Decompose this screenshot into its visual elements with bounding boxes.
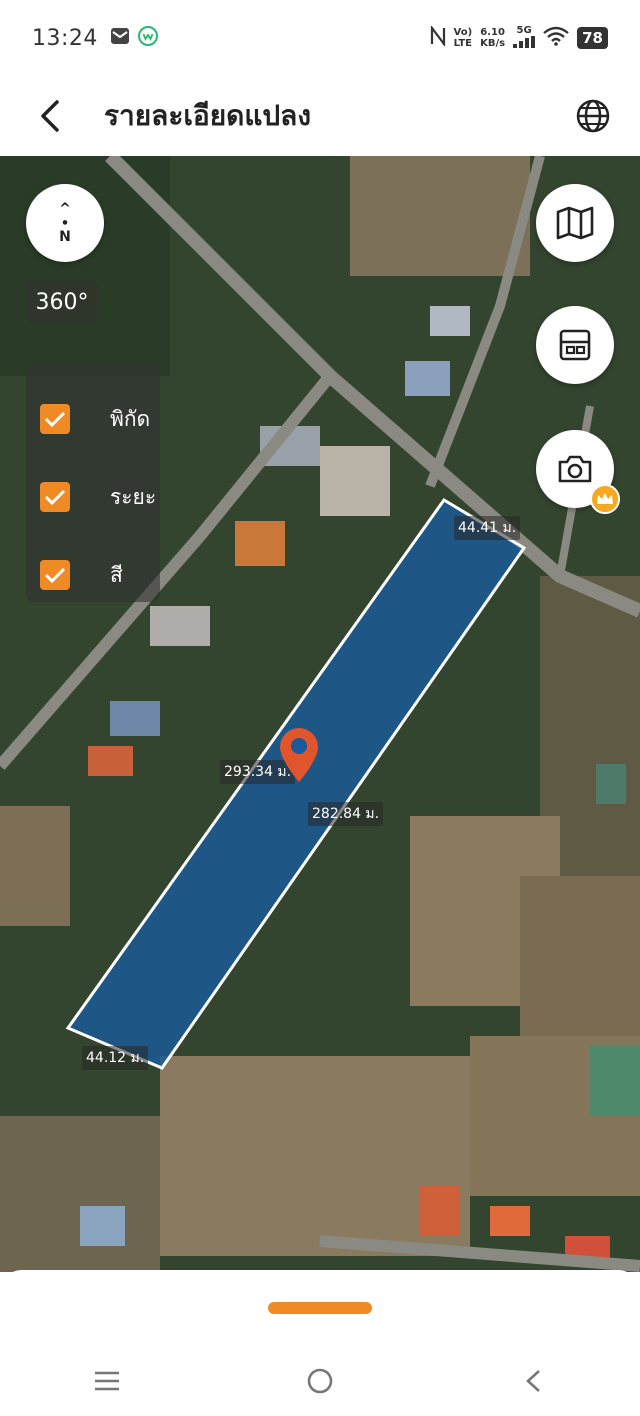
layer-toggle-distance[interactable]: ระยะ bbox=[26, 458, 160, 536]
status-right: Vo) LTE 6.10 KB/s 5G 78 bbox=[430, 24, 608, 51]
checkbox-checked-icon[interactable] bbox=[40, 482, 70, 512]
home-circle-icon bbox=[307, 1368, 333, 1394]
compass-button[interactable]: ^ ● N bbox=[26, 184, 104, 262]
layer-toggle-coordinates[interactable]: พิกัด bbox=[26, 380, 160, 458]
volte-top: Vo) bbox=[453, 27, 473, 38]
location-pin-icon[interactable] bbox=[277, 726, 321, 788]
layer-toggle-color[interactable]: สี bbox=[26, 536, 160, 614]
compass-letter: N bbox=[59, 229, 71, 245]
layer-label-distance: ระยะ bbox=[110, 484, 157, 509]
status-bar: 13:24 Vo) LTE 6.10 KB/s 5G 78 bbox=[0, 0, 640, 76]
menu-lines-icon bbox=[94, 1371, 119, 1391]
recent-apps-button[interactable] bbox=[67, 1351, 147, 1411]
notification-icons bbox=[110, 26, 158, 50]
battery-indicator: 78 bbox=[577, 27, 608, 49]
checkbox-checked-icon[interactable] bbox=[40, 404, 70, 434]
signal-label: 5G bbox=[516, 25, 532, 36]
land-document-button[interactable] bbox=[536, 306, 614, 384]
compass-arrow: ^ bbox=[59, 201, 71, 217]
compass-dot: ● bbox=[62, 219, 68, 226]
rotation-angle: 360° bbox=[26, 280, 98, 324]
map-view[interactable]: 44.41 ม. 293.34 ม. 282.84 ม. 44.12 ม. ^ … bbox=[0, 156, 640, 1272]
volte-bottom: LTE bbox=[453, 38, 472, 49]
nfc-icon bbox=[430, 24, 446, 50]
status-time: 13:24 bbox=[32, 25, 98, 51]
map-icon bbox=[556, 206, 594, 240]
speed-unit: KB/s bbox=[480, 38, 506, 49]
layer-label-coordinates: พิกัด bbox=[110, 406, 151, 431]
app-header: รายละเอียดแปลง bbox=[0, 76, 640, 156]
home-button[interactable] bbox=[280, 1351, 360, 1411]
camera-icon bbox=[558, 455, 592, 483]
checkbox-checked-icon[interactable] bbox=[40, 560, 70, 590]
signal-indicator: 5G bbox=[513, 25, 536, 51]
back-button[interactable] bbox=[20, 86, 80, 146]
dimension-bottom-label: 44.12 ม. bbox=[82, 1046, 149, 1070]
compass-icon: ^ ● N bbox=[59, 202, 71, 244]
camera-button[interactable] bbox=[536, 430, 620, 514]
dimension-top-label: 44.41 ม. bbox=[454, 516, 521, 540]
page-title: รายละเอียดแปลง bbox=[104, 99, 311, 132]
map-type-button[interactable] bbox=[536, 184, 614, 262]
sheet-drag-handle[interactable] bbox=[268, 1302, 372, 1314]
signal-bars-icon bbox=[513, 36, 536, 51]
system-nav-bar bbox=[0, 1346, 640, 1416]
speed-indicator: 6.10 KB/s bbox=[480, 27, 505, 49]
dimension-right-label: 282.84 ม. bbox=[308, 802, 384, 826]
globe-icon bbox=[576, 99, 610, 133]
wifi-icon bbox=[543, 26, 569, 50]
layer-panel: พิกัด ระยะ สี bbox=[26, 364, 160, 602]
back-arrow-icon bbox=[41, 100, 59, 132]
volte-indicator: Vo) LTE bbox=[454, 27, 473, 49]
mail-notification-icon bbox=[110, 27, 130, 49]
chat-notification-icon bbox=[137, 26, 158, 50]
layer-label-color: สี bbox=[110, 562, 123, 587]
document-icon bbox=[559, 329, 591, 361]
speed-value: 6.10 bbox=[480, 27, 505, 38]
premium-crown-icon bbox=[590, 484, 620, 514]
language-button[interactable] bbox=[568, 91, 618, 141]
system-back-button[interactable] bbox=[493, 1351, 573, 1411]
back-chevron-icon bbox=[526, 1370, 541, 1392]
